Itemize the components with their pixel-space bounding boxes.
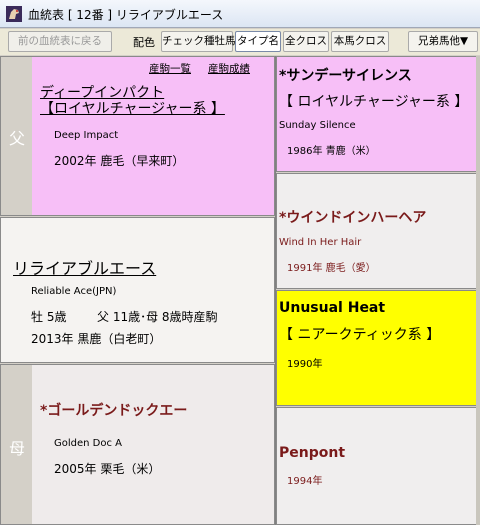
back-to-previous-button[interactable]: 前の血統表に戻る: [8, 31, 112, 52]
siblings-menu-button[interactable]: 兄弟馬他▼: [408, 31, 478, 52]
sire-birth: 2002年 鹿毛（早来町）: [54, 154, 185, 168]
sire-english-name: Deep Impact: [54, 130, 119, 141]
main-horse-cross-button[interactable]: 本馬クロス: [331, 31, 389, 52]
sire-side-label: 父: [1, 57, 32, 215]
sire-panel[interactable]: 父 産駒一覧 産駒成績 ディープインパクト 【ロイヤルチャージャー系 】 Dee…: [0, 56, 275, 216]
ancestor-birth: 1986年 青鹿（米）: [287, 146, 376, 157]
ancestor-english-name: Wind In Her Hair: [279, 237, 362, 248]
dam-side-text: 母: [9, 439, 26, 458]
ancestor-birth: 1990年: [287, 359, 323, 370]
ancestor-name[interactable]: *サンデーサイレンス: [279, 65, 412, 85]
all-cross-button[interactable]: 全クロス: [283, 31, 329, 52]
dam-side-label: 母: [1, 365, 32, 524]
sire-line: 【ロイヤルチャージャー系 】: [40, 101, 225, 117]
color-scheme-button[interactable]: 配色: [133, 34, 155, 50]
ancestor-line: 【 ロイヤルチャージャー系 】: [279, 94, 469, 110]
ancestor-name[interactable]: *ウインドインハーヘア: [279, 207, 426, 227]
horse-english-name: Reliable Ace(JPN): [31, 286, 117, 297]
title-bar: 血統表 [ 12番 ] リライアブルエース: [0, 0, 480, 28]
ancestor-box-sire-dam[interactable]: *ウインドインハーヘア Wind In Her Hair 1991年 鹿毛（愛）: [276, 173, 477, 289]
ancestor-birth: 1994年: [287, 476, 323, 487]
dam-birth: 2005年 栗毛（米）: [54, 462, 161, 476]
toolbar: 前の血統表に戻る 配色 チェック種牡馬 タイプ名 全クロス 本馬クロス 兄弟馬他…: [0, 29, 480, 55]
check-sire-button[interactable]: チェック種牡馬: [161, 31, 236, 52]
horse-icon: [6, 6, 22, 22]
horse-name: リライアブルエース: [13, 259, 157, 278]
window-title: 血統表 [ 12番 ] リライアブルエース: [28, 8, 224, 22]
dam-panel[interactable]: 母 *ゴールデンドックエー Golden Doc A 2005年 栗毛（米）: [0, 364, 275, 525]
vertical-scrollbar[interactable]: [476, 56, 480, 525]
sire-side-text: 父: [9, 129, 26, 148]
horse-parents-age: 父 11歳･母 8歳時産駒: [97, 310, 218, 324]
ancestor-name[interactable]: Penpont: [279, 445, 345, 461]
type-name-button[interactable]: タイプ名: [235, 31, 281, 52]
ancestor-box-dam-dam[interactable]: Penpont 1994年: [276, 407, 477, 525]
horse-sex-age: 牡 5歳: [31, 310, 67, 324]
produce-list-link[interactable]: 産駒一覧: [149, 61, 191, 76]
horse-panel: リライアブルエース Reliable Ace(JPN) 牡 5歳 父 11歳･母…: [0, 217, 275, 363]
produce-record-link[interactable]: 産駒成績: [208, 61, 250, 76]
ancestor-name[interactable]: Unusual Heat: [279, 300, 385, 316]
ancestor-box-dam-sire[interactable]: Unusual Heat 【 ニアークティック系 】 1990年: [276, 290, 477, 406]
ancestor-birth: 1991年 鹿毛（愛）: [287, 263, 376, 274]
ancestor-line: 【 ニアークティック系 】: [279, 327, 441, 343]
ancestor-english-name: Sunday Silence: [279, 120, 356, 131]
dam-english-name: Golden Doc A: [54, 438, 122, 449]
ancestor-box-sire-sire[interactable]: *サンデーサイレンス 【 ロイヤルチャージャー系 】 Sunday Silenc…: [276, 56, 477, 172]
horse-birth: 2013年 黒鹿（白老町）: [31, 332, 162, 346]
dam-name[interactable]: *ゴールデンドックエー: [40, 400, 187, 420]
